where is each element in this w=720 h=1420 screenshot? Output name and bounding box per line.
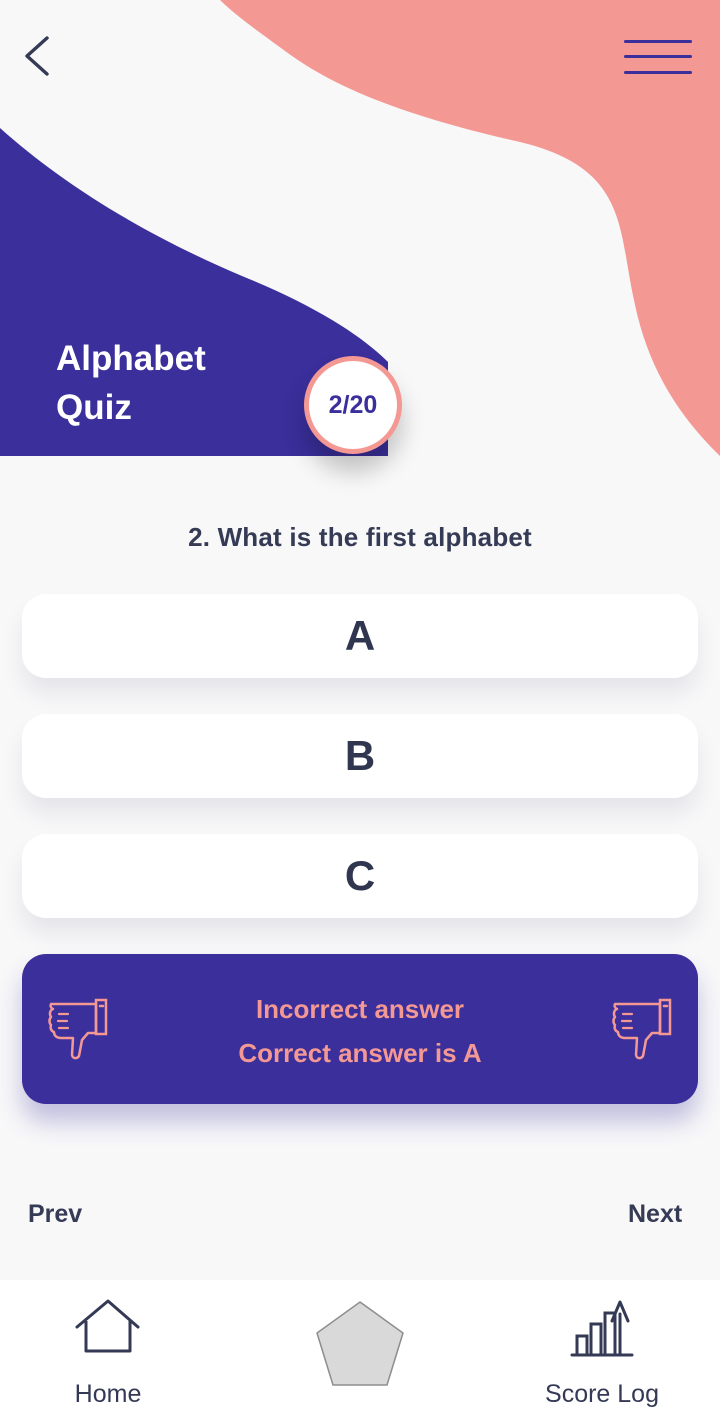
thumbs-down-icon: [612, 998, 672, 1060]
home-icon: [75, 1299, 140, 1353]
answer-option-c-label: C: [344, 852, 376, 899]
answer-feedback-card: Incorrect answer Correct answer is A: [22, 954, 698, 1104]
score-log-label: Score Log: [545, 1380, 659, 1408]
menu-line-middle: [624, 55, 692, 58]
chevron-left-icon: [25, 36, 49, 76]
quiz-title: Alphabet Quiz: [56, 334, 276, 432]
home-label: Home: [74, 1380, 142, 1408]
feedback-incorrect-text: Incorrect answer: [255, 994, 465, 1024]
feedback-correct-answer-text: Correct answer is A: [238, 1038, 482, 1068]
next-button[interactable]: Next: [628, 1200, 682, 1229]
back-button[interactable]: [18, 32, 58, 80]
bottom-nav-home[interactable]: Home: [62, 1296, 154, 1408]
pentagon-icon[interactable]: [314, 1299, 406, 1389]
answer-option-b[interactable]: B: [22, 714, 698, 798]
bottom-nav-score-log[interactable]: Score Log: [536, 1296, 668, 1408]
answer-option-a[interactable]: A: [22, 594, 698, 678]
bar-chart-up-icon: [570, 1300, 634, 1357]
answer-option-c[interactable]: C: [22, 834, 698, 918]
question-progress-text: 2/20: [328, 390, 378, 419]
question-text: 2. What is the first alphabet: [188, 522, 532, 552]
menu-line-top: [624, 40, 692, 43]
quiz-screen: Alphabet Quiz 2/20 2. What is the first …: [0, 0, 720, 1420]
bottom-navigation: Home Score Log: [0, 1280, 720, 1420]
quiz-title-line-1: Alphabet: [56, 339, 206, 378]
quiz-title-line-2: Quiz: [56, 388, 132, 427]
question-progress-badge: 2/20: [304, 356, 402, 454]
menu-line-bottom: [624, 71, 692, 74]
answer-option-b-label: B: [344, 732, 376, 779]
menu-button[interactable]: [620, 36, 696, 80]
prev-button[interactable]: Prev: [28, 1200, 82, 1229]
answer-option-a-label: A: [344, 612, 376, 659]
